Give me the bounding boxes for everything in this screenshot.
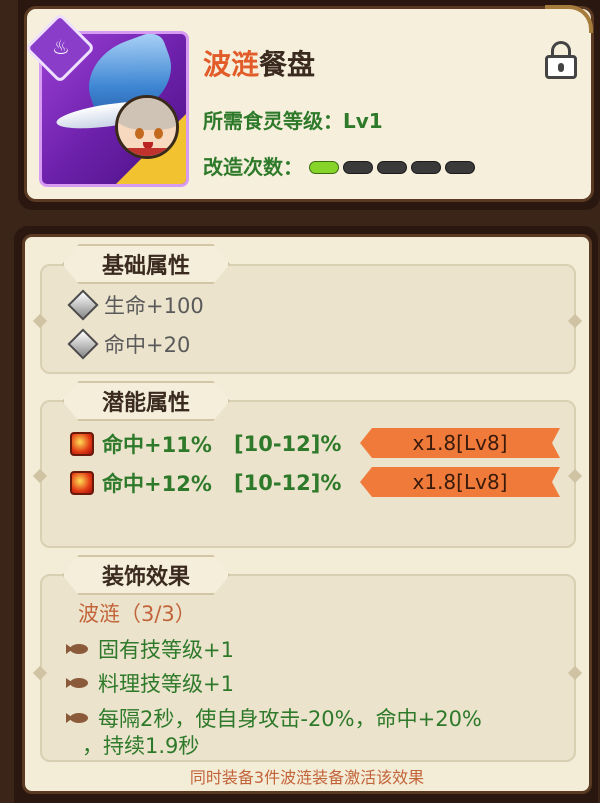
effect-row: 料理技等级+1: [66, 668, 234, 698]
modification-pip-empty: [411, 161, 441, 174]
item-title-rest: 餐盘: [259, 48, 316, 81]
avatar-eye-right: [154, 128, 163, 139]
effect-text: 料理技等级+1: [98, 672, 234, 696]
fish-icon: [66, 643, 92, 655]
lock-keyhole: [558, 63, 564, 72]
modification-label: 改造次数：: [203, 155, 303, 179]
potential-attr-row: 命中+12% [10-12]%: [70, 468, 341, 498]
bowl-icon: ♨: [52, 35, 70, 59]
effect-text: ，持续1.9秒: [82, 734, 200, 758]
bonus-ribbon: x1.8[Lv8]: [360, 428, 560, 458]
effect-text: 每隔2秒，使自身攻击-20%，命中+20%: [98, 707, 482, 731]
required-level-value: Lv1: [343, 109, 383, 133]
fish-icon: [66, 712, 92, 724]
base-attr-row: 命中+20: [67, 328, 191, 360]
modification-pips: [309, 161, 475, 174]
required-level: 所需食灵等级：Lv1: [203, 105, 383, 134]
potential-attr-range: [10-12]%: [234, 471, 342, 495]
potential-attr-stat: 命中+12%: [102, 472, 212, 496]
set-activation-note: 同时装备3件波涟装备激活该效果: [189, 768, 425, 787]
base-attr-label: 命中+20: [104, 333, 191, 357]
corner-ornament: [545, 5, 593, 33]
character-avatar: [115, 95, 179, 159]
potential-attr-stat: 命中+11%: [102, 433, 212, 457]
item-title-highlight: 波涟: [203, 48, 260, 81]
set-name: 波涟（3/3）: [78, 602, 196, 626]
tab-base-attributes: 基础属性: [62, 244, 230, 284]
required-level-label: 所需食灵等级：: [203, 109, 343, 133]
item-title: 波涟餐盘: [203, 43, 315, 83]
fish-icon: [66, 677, 92, 689]
tab-potential-attributes: 潜能属性: [62, 381, 230, 421]
effect-text: 固有技等级+1: [98, 638, 234, 662]
avatar-eye-left: [135, 128, 144, 139]
red-gem-icon: [70, 432, 94, 456]
bonus-ribbon: x1.8[Lv8]: [360, 467, 560, 497]
base-attr-row: 生命+100: [67, 289, 204, 321]
effect-row-continued: ，持续1.9秒: [82, 730, 199, 760]
potential-attr-range: [10-12]%: [234, 432, 342, 456]
modification-pip-filled: [309, 161, 339, 174]
avatar-hair: [118, 98, 176, 130]
modification-pip-empty: [445, 161, 475, 174]
silver-diamond-icon: [67, 289, 99, 321]
effect-row: 每隔2秒，使自身攻击-20%，命中+20%: [66, 703, 482, 733]
potential-attr-row: 命中+11% [10-12]%: [70, 429, 341, 459]
tab-decor-effect: 装饰效果: [62, 555, 230, 595]
modification-pip-empty: [377, 161, 407, 174]
modification-pip-empty: [343, 161, 373, 174]
modification-count: 改造次数：: [203, 151, 475, 180]
effect-row: 固有技等级+1: [66, 634, 234, 664]
red-gem-icon: [70, 471, 94, 495]
lock-icon[interactable]: [545, 41, 577, 79]
silver-diamond-icon: [67, 328, 99, 360]
item-header-card: ♨ 波涟餐盘 所需食灵等级：Lv1 改造次数：: [24, 5, 594, 202]
base-attr-label: 生命+100: [104, 294, 204, 318]
